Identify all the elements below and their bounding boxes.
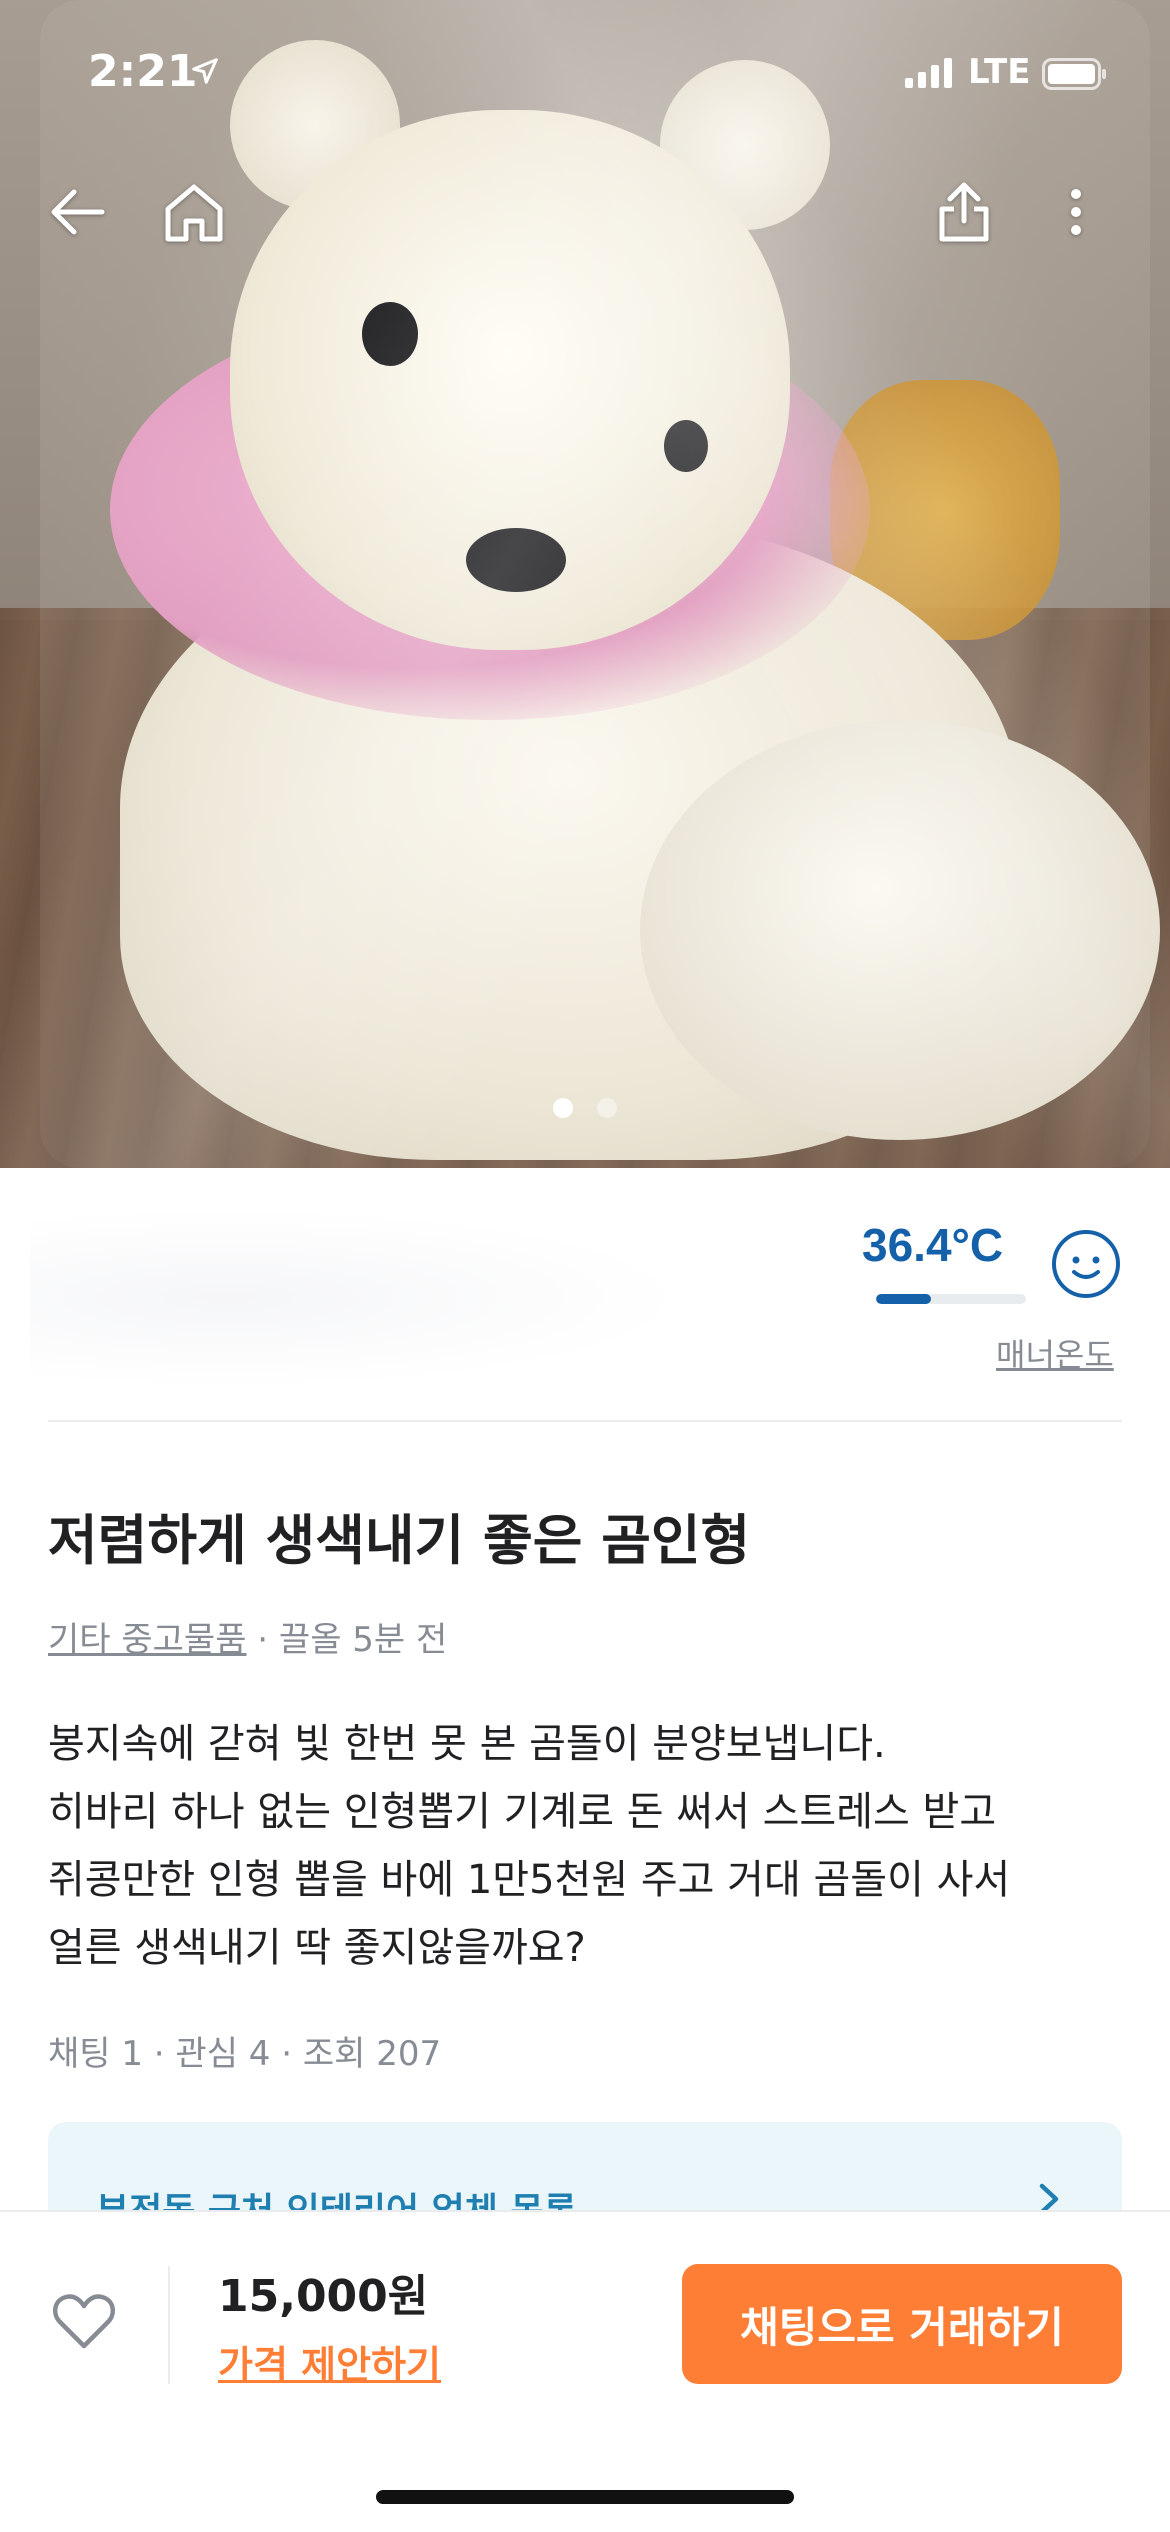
home-icon — [165, 184, 223, 242]
price-offer-link[interactable]: 가격 제안하기 — [218, 2334, 441, 2389]
post-meta: 기타 중고물품 · 끌올 5분 전 — [48, 1612, 447, 1661]
pagination-dot-active[interactable] — [553, 1098, 573, 1118]
manner-temperature-value: 36.4°C — [862, 1219, 1004, 1271]
seller-info-blurred — [30, 1208, 690, 1388]
manner-temperature-fill — [876, 1294, 932, 1304]
description-line: 히바리 하나 없는 인형뽑기 기계로 돈 써서 스트레스 받고 — [48, 1789, 997, 1835]
section-divider — [48, 1420, 1122, 1422]
seller-profile[interactable]: 36.4°C 매너온도 — [0, 1168, 1170, 1424]
pagination-dot[interactable] — [597, 1098, 617, 1118]
price-text: 15,000원 — [218, 2271, 429, 2322]
manner-temperature-label[interactable]: 매너온도 — [996, 1330, 1114, 1376]
smile-face-icon — [1052, 1230, 1120, 1298]
chat-trade-button[interactable]: 채팅으로 거래하기 — [682, 2264, 1122, 2384]
heart-icon[interactable] — [52, 2292, 116, 2350]
bottom-divider — [168, 2266, 170, 2384]
location-arrow-icon — [192, 58, 218, 84]
photo-pagination — [0, 1098, 1170, 1118]
more-options-button[interactable] — [1040, 176, 1112, 248]
network-type: LTE — [968, 52, 1031, 92]
share-icon — [939, 182, 989, 242]
home-button[interactable] — [158, 176, 230, 248]
more-vertical-icon — [1071, 189, 1081, 235]
post-description: 봉지속에 갇혀 빛 한번 못 본 곰돌이 분양보냅니다. 히바리 하나 없는 인… — [48, 1710, 1138, 1982]
manner-temperature-bar — [876, 1294, 1026, 1304]
category-link[interactable]: 기타 중고물품 — [48, 1620, 247, 1660]
status-time: 2:21 — [88, 46, 198, 97]
post-title: 저렴하게 생색내기 좋은 곰인형 — [48, 1509, 751, 1572]
description-line: 쥐콩만한 인형 뽑을 바에 1만5천원 주고 거대 곰돌이 사서 — [48, 1857, 1011, 1903]
battery-icon — [1042, 58, 1106, 90]
arrow-left-icon — [51, 189, 105, 235]
description-line: 얼른 생색내기 딱 좋지않을까요? — [48, 1925, 586, 1971]
home-indicator — [376, 2490, 794, 2504]
post-stats: 채팅 1 · 관심 4 · 조회 207 — [48, 2034, 442, 2074]
share-button[interactable] — [928, 176, 1000, 248]
post-time: · 끌올 5분 전 — [246, 1620, 448, 1660]
description-line: 봉지속에 갇혀 빛 한번 못 본 곰돌이 분양보냅니다. — [48, 1721, 886, 1767]
bottom-action-bar: 15,000원 가격 제안하기 채팅으로 거래하기 — [0, 2210, 1170, 2532]
cellular-signal-icon — [905, 58, 952, 88]
status-bar: 2:21 LTE — [0, 0, 1170, 140]
back-button[interactable] — [40, 176, 112, 248]
